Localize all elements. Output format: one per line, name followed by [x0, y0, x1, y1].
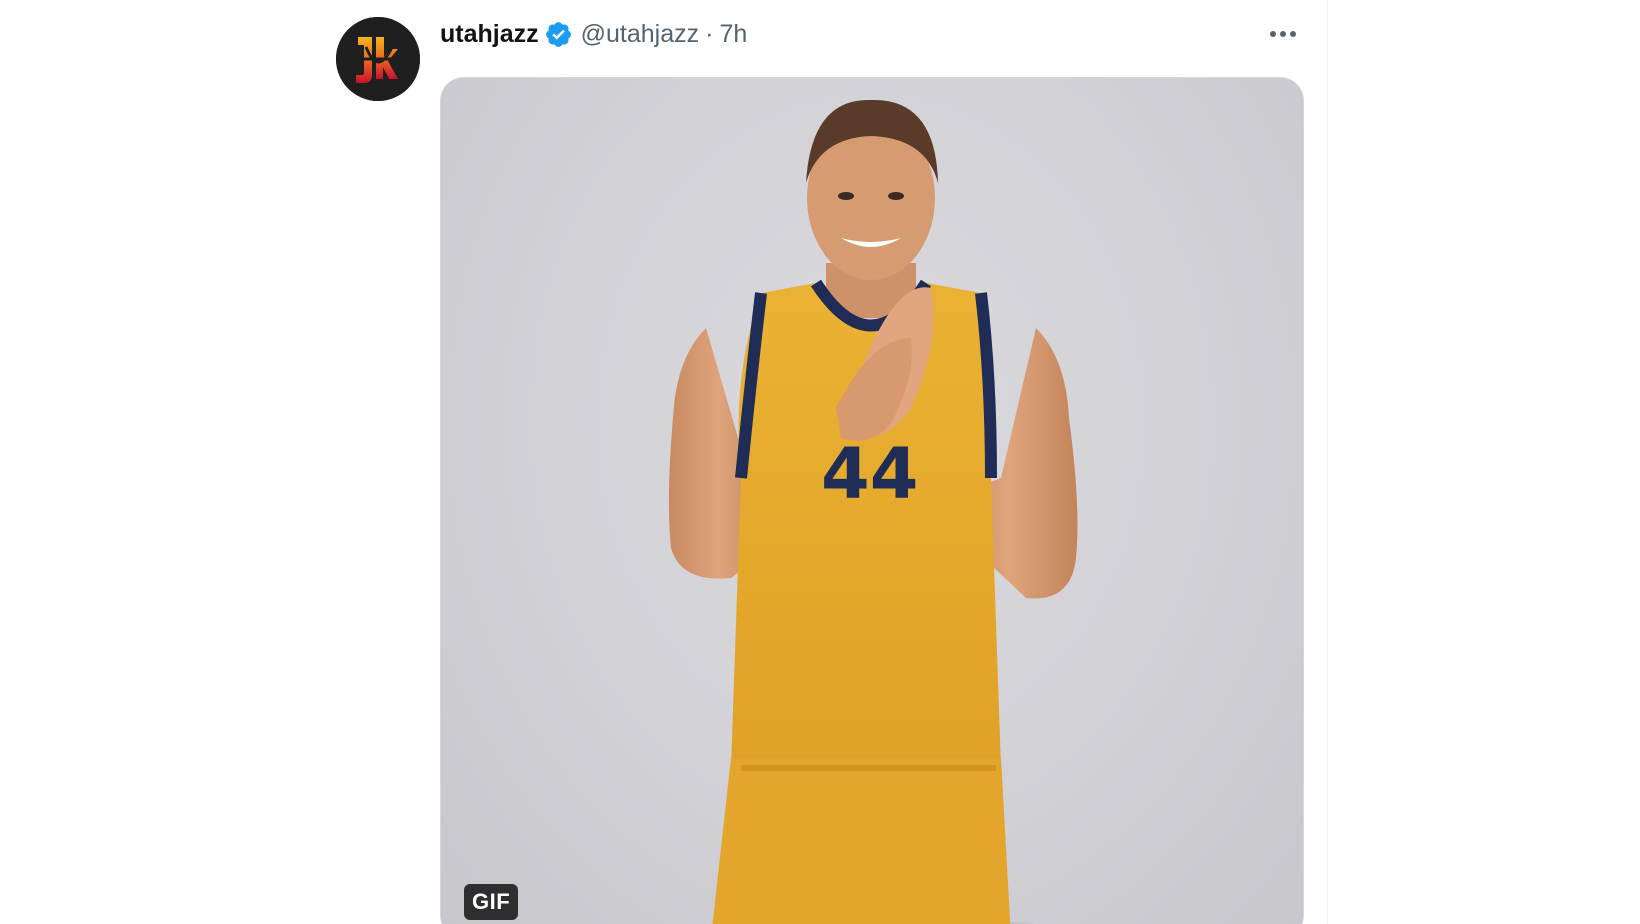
utah-jazz-logo-icon — [336, 17, 420, 101]
avatar[interactable] — [336, 17, 420, 101]
tweet[interactable]: utahjazz @utahjazz · 7h 44 GIF — [300, 0, 1327, 924]
tweet-header: utahjazz @utahjazz · 7h — [440, 16, 747, 52]
more-options-button[interactable] — [1258, 16, 1308, 52]
gif-badge: GIF — [464, 884, 519, 920]
separator-dot: · — [705, 19, 714, 48]
timeline-divider — [1327, 0, 1328, 924]
verified-badge-icon — [544, 20, 573, 49]
tweet-media-gif[interactable]: 44 GIF — [440, 77, 1304, 924]
ellipsis-icon — [1270, 31, 1296, 37]
handle[interactable]: @utahjazz — [581, 20, 700, 49]
timestamp[interactable]: 7h — [719, 20, 747, 49]
page: utahjazz @utahjazz · 7h 44 GIF — [0, 0, 1640, 924]
svg-text:44: 44 — [821, 433, 918, 515]
player-image: 44 — [668, 99, 1078, 924]
display-name[interactable]: utahjazz — [440, 20, 539, 49]
